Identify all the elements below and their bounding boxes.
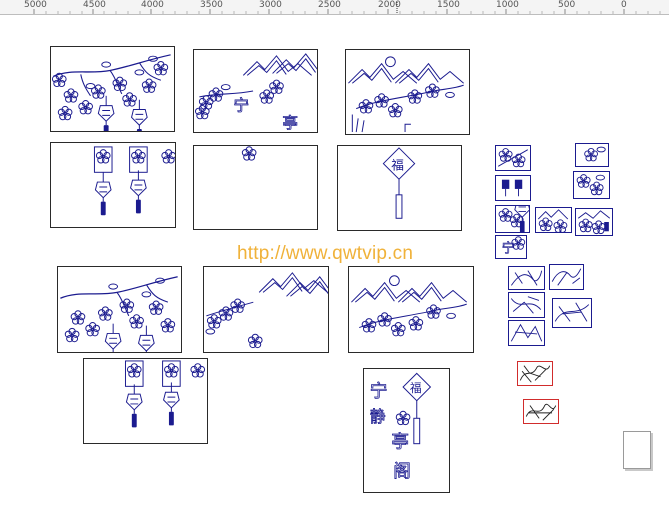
artwork-frame-mountain-moon-2[interactable] bbox=[348, 266, 474, 353]
thumbnail-artwork bbox=[584, 146, 606, 162]
artwork-frame-knots-2[interactable] bbox=[83, 358, 208, 444]
mountain-blossom-artwork: 宁 亭 bbox=[194, 53, 317, 132]
thumbnail-blossom-1[interactable] bbox=[495, 145, 531, 171]
artwork-frame-mountain-blossom-1[interactable]: 宁 亭 bbox=[193, 49, 318, 133]
thumbnail-blossom-3[interactable] bbox=[573, 171, 610, 199]
artwork-frame-mountain-moon-1[interactable] bbox=[345, 49, 470, 135]
plum-branch-artwork bbox=[51, 54, 171, 131]
mountain-moon-artwork bbox=[347, 56, 465, 133]
artwork-frame-knots-1[interactable] bbox=[50, 142, 176, 228]
thumbnail-blossom-4[interactable] bbox=[495, 205, 530, 233]
thumbnail-blossom-2[interactable] bbox=[575, 143, 609, 167]
svg-text:宁: 宁 bbox=[370, 382, 388, 402]
artwork-frame-mountain-blossom-2[interactable] bbox=[203, 266, 329, 353]
horizontal-ruler[interactable]: 5000 4500 4000 3500 3000 2500 2000 1500 … bbox=[0, 0, 669, 15]
thumbnail-artwork bbox=[576, 174, 605, 196]
artwork-frame-single-blossom[interactable] bbox=[193, 145, 318, 230]
svg-text:福: 福 bbox=[391, 157, 404, 172]
ruler-label: 1500 bbox=[437, 0, 460, 10]
thumbnail-artwork bbox=[510, 296, 542, 314]
thumbnail-knots[interactable] bbox=[495, 175, 531, 201]
ruler-label: 4000 bbox=[141, 0, 164, 10]
thumbnail-artwork bbox=[537, 209, 569, 232]
single-blossom-artwork bbox=[241, 146, 257, 161]
thumbnail-selected-1[interactable] bbox=[517, 361, 553, 386]
thumbnail-artwork bbox=[510, 323, 543, 342]
ruler-label: 0 bbox=[621, 0, 627, 10]
thumbnail-artwork bbox=[519, 365, 551, 383]
thumbnail-sketch-4[interactable] bbox=[552, 298, 592, 328]
mountain-moon-artwork bbox=[350, 275, 468, 337]
ruler-label: 3000 bbox=[259, 0, 282, 10]
thumbnail-artwork: 宁 bbox=[502, 236, 526, 257]
svg-text:亭: 亭 bbox=[282, 114, 298, 132]
knot-pair-artwork bbox=[124, 360, 206, 428]
svg-text:亭: 亭 bbox=[391, 433, 409, 453]
watermark-text: http://www.qwtvip.cn bbox=[237, 243, 414, 264]
svg-text:静: 静 bbox=[370, 407, 386, 426]
svg-text:阁: 阁 bbox=[393, 462, 411, 482]
thumbnail-artwork bbox=[551, 268, 582, 286]
fu-knot-artwork: 福 bbox=[382, 147, 416, 219]
thumbnail-sketch-5[interactable] bbox=[508, 320, 545, 346]
artwork-frame-plum-branch-1[interactable] bbox=[50, 46, 175, 132]
ruler-label: 2000 bbox=[378, 0, 401, 10]
ruler-label: 5000 bbox=[24, 0, 47, 10]
ruler-label: 2500 bbox=[318, 0, 341, 10]
artwork-frame-vertical-calligraphy[interactable]: 福 宁 静 亭 阁 bbox=[363, 368, 450, 493]
thumbnail-artwork bbox=[525, 403, 557, 421]
thumbnail-artwork bbox=[510, 270, 543, 286]
thumbnail-artwork bbox=[501, 179, 523, 197]
thumbnail-calligraphy[interactable]: 宁 bbox=[495, 235, 527, 259]
artwork-frame-plum-branch-2[interactable] bbox=[57, 266, 182, 353]
thumbnail-artwork bbox=[498, 206, 529, 232]
ruler-label: 3500 bbox=[200, 0, 223, 10]
thumbnail-mountain-1[interactable] bbox=[535, 207, 572, 233]
svg-text:福: 福 bbox=[410, 381, 422, 395]
ruler-label: 4500 bbox=[83, 0, 106, 10]
thumbnail-artwork bbox=[554, 302, 590, 322]
vertical-calligraphy-artwork: 福 宁 静 亭 阁 bbox=[369, 372, 432, 482]
knot-pair-artwork bbox=[93, 146, 175, 216]
thumbnail-selected-2[interactable] bbox=[523, 399, 559, 424]
artwork-frame-fu-knot[interactable]: 福 bbox=[337, 145, 462, 231]
ruler-label: 500 bbox=[558, 0, 576, 10]
thumbnail-sketch-1[interactable] bbox=[508, 266, 545, 290]
mountain-blossom-artwork bbox=[205, 272, 328, 349]
thumbnail-sketch-3[interactable] bbox=[508, 292, 545, 318]
ruler-label: 1000 bbox=[496, 0, 519, 10]
thumbnail-sketch-2[interactable] bbox=[549, 264, 584, 290]
svg-text:宁: 宁 bbox=[234, 97, 250, 115]
thumbnail-mountain-2[interactable] bbox=[575, 208, 613, 236]
thumbnail-artwork bbox=[497, 148, 529, 168]
page-icon[interactable] bbox=[623, 431, 651, 469]
thumbnail-artwork bbox=[577, 210, 611, 235]
plum-branch-artwork bbox=[60, 276, 178, 352]
